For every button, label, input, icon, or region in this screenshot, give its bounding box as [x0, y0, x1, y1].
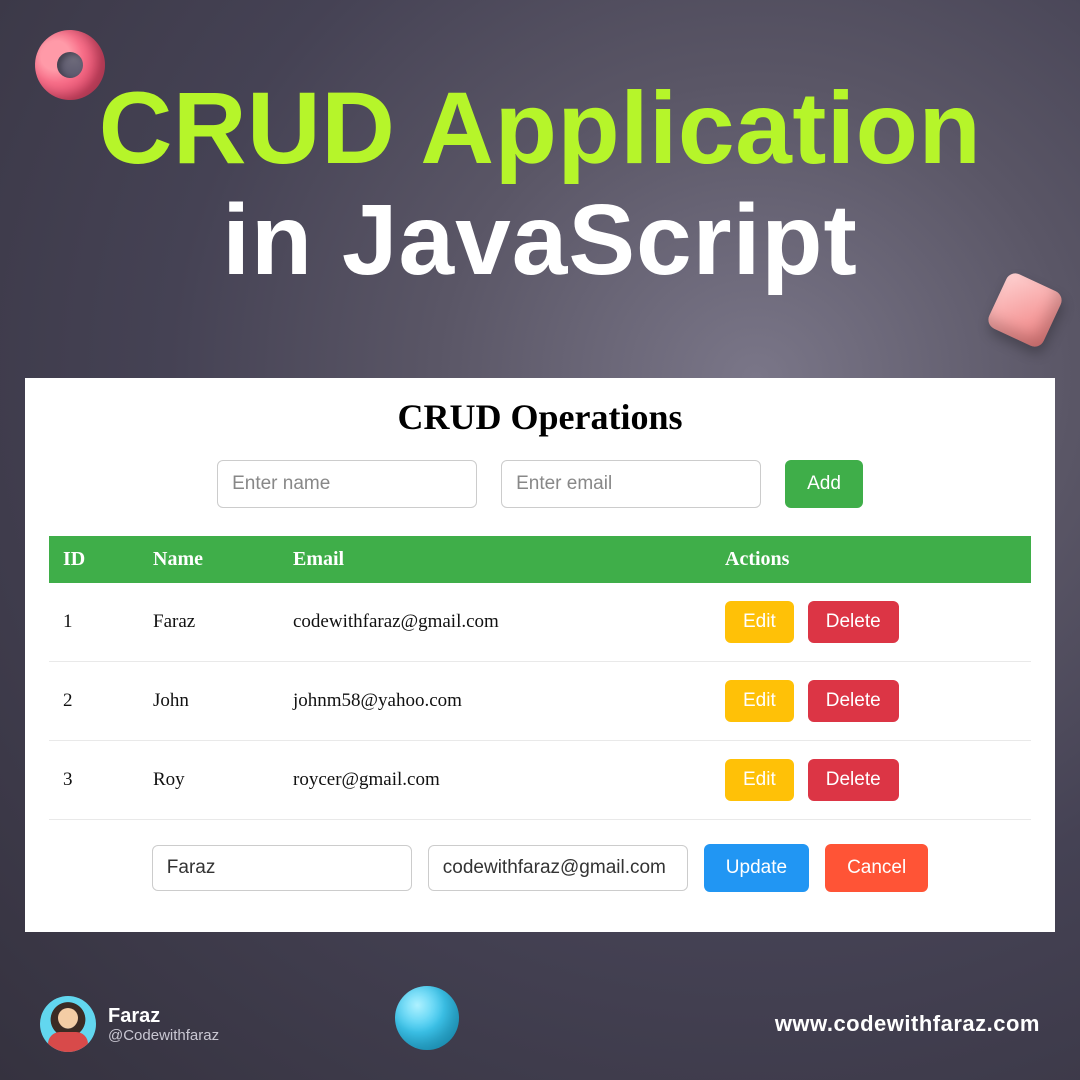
- author-block: Faraz @Codewithfaraz: [40, 996, 219, 1052]
- col-name: Name: [139, 536, 279, 583]
- edit-email-input[interactable]: [428, 845, 688, 891]
- add-form: Add: [49, 460, 1031, 508]
- table-row: 3 Roy roycer@gmail.com Edit Delete: [49, 741, 1031, 820]
- hero-line-2: in JavaScript: [0, 188, 1080, 293]
- delete-button[interactable]: Delete: [808, 601, 899, 643]
- cell-id: 3: [49, 741, 139, 820]
- edit-button[interactable]: Edit: [725, 601, 794, 643]
- edit-button[interactable]: Edit: [725, 680, 794, 722]
- col-email: Email: [279, 536, 711, 583]
- delete-button[interactable]: Delete: [808, 759, 899, 801]
- author-handle: @Codewithfaraz: [108, 1027, 219, 1044]
- name-input[interactable]: [217, 460, 477, 508]
- table-row: 1 Faraz codewithfaraz@gmail.com Edit Del…: [49, 583, 1031, 662]
- cell-id: 1: [49, 583, 139, 662]
- footer: Faraz @Codewithfaraz www.codewithfaraz.c…: [0, 996, 1080, 1052]
- records-table: ID Name Email Actions 1 Faraz codewithfa…: [49, 536, 1031, 820]
- hero-title: CRUD Application in JavaScript: [0, 75, 1080, 293]
- cell-email: codewithfaraz@gmail.com: [279, 583, 711, 662]
- cell-email: johnm58@yahoo.com: [279, 662, 711, 741]
- hero-line-1: CRUD Application: [0, 75, 1080, 182]
- author-name: Faraz: [108, 1005, 219, 1027]
- cancel-button[interactable]: Cancel: [825, 844, 928, 892]
- edit-form: Update Cancel: [49, 844, 1031, 892]
- add-button[interactable]: Add: [785, 460, 863, 508]
- edit-name-input[interactable]: [152, 845, 412, 891]
- col-id: ID: [49, 536, 139, 583]
- cell-email: roycer@gmail.com: [279, 741, 711, 820]
- col-actions: Actions: [711, 536, 1031, 583]
- avatar: [40, 996, 96, 1052]
- cell-name: John: [139, 662, 279, 741]
- edit-button[interactable]: Edit: [725, 759, 794, 801]
- table-row: 2 John johnm58@yahoo.com Edit Delete: [49, 662, 1031, 741]
- update-button[interactable]: Update: [704, 844, 809, 892]
- site-url: www.codewithfaraz.com: [775, 1011, 1040, 1037]
- cell-name: Roy: [139, 741, 279, 820]
- crud-panel: CRUD Operations Add ID Name Email Action…: [25, 378, 1055, 932]
- cell-id: 2: [49, 662, 139, 741]
- cell-name: Faraz: [139, 583, 279, 662]
- panel-heading: CRUD Operations: [49, 396, 1031, 438]
- email-input[interactable]: [501, 460, 761, 508]
- delete-button[interactable]: Delete: [808, 680, 899, 722]
